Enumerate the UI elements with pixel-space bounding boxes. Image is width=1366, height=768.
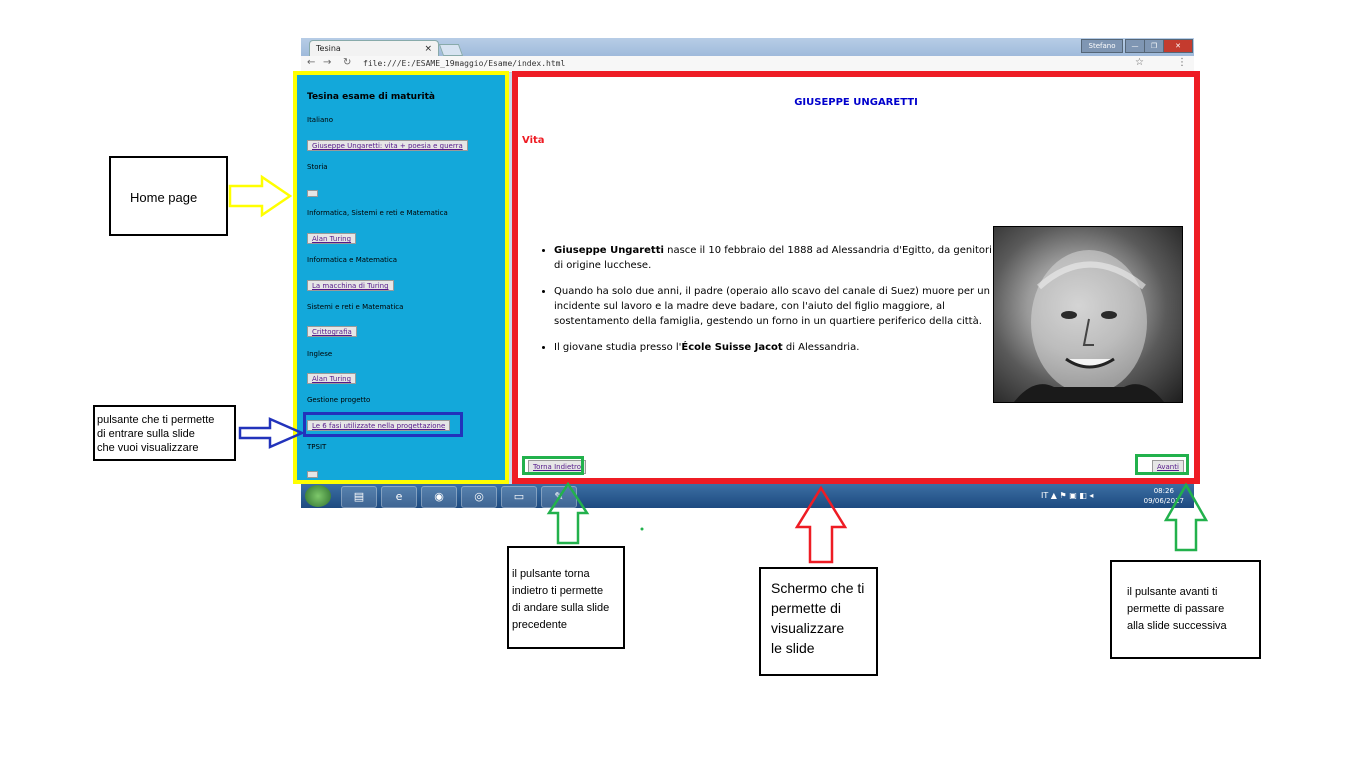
- annotation-slide-button: pulsante che ti permette di entrare sull…: [93, 405, 236, 461]
- annotation-home-page: Home page: [109, 156, 228, 236]
- annotation-back-button: il pulsante torna indietro ti permette d…: [507, 546, 625, 649]
- annotation-forward-button: il pulsante avanti ti permette di passar…: [1110, 560, 1261, 659]
- green-arrow-back-icon: [546, 481, 590, 545]
- blue-arrow-icon: [238, 417, 306, 449]
- red-arrow-icon: [794, 485, 848, 564]
- yellow-arrow-icon: [228, 174, 293, 218]
- annotation-screen: Schermo che ti permette di visualizzare …: [759, 567, 878, 676]
- green-arrow-forward-icon: [1163, 482, 1209, 552]
